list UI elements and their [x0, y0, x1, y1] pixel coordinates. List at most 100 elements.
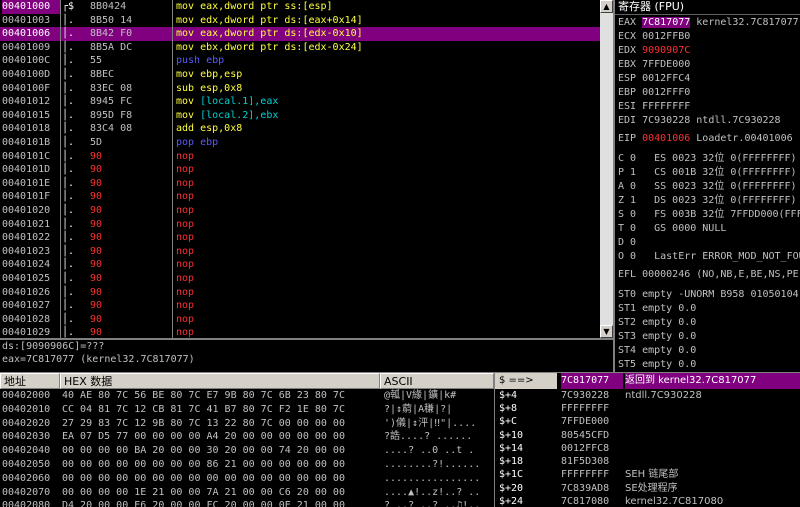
register-row[interactable]: T 0 GS 0000 NULL	[618, 222, 800, 235]
stack-value[interactable]: 80545CFD	[561, 429, 623, 442]
instruction-disassembly[interactable]: nop	[176, 204, 596, 218]
registers-title[interactable]: 寄存器 (FPU)	[615, 0, 800, 15]
instruction-address[interactable]: 00401000	[2, 0, 60, 14]
instruction-hex[interactable]: 8B50 14	[90, 14, 172, 28]
stack-value[interactable]: 81F5D308	[561, 455, 623, 468]
dump-address[interactable]: 00402070	[2, 486, 60, 500]
instruction-disassembly[interactable]: nop	[176, 326, 596, 338]
stack-header-value[interactable]: 7C817077	[561, 373, 623, 389]
instruction-address[interactable]: 00401024	[2, 258, 60, 272]
instruction-hex[interactable]: 83EC 08	[90, 82, 172, 96]
register-row[interactable]: ST3 empty 0.0	[618, 330, 800, 343]
memory-dump-pane[interactable]: 地址 HEX 数据 ASCII 00402000 40 AE 80 7C 56 B…	[0, 373, 494, 507]
instruction-hex[interactable]: 90	[90, 231, 172, 245]
dump-row[interactable]: 00402000 40 AE 80 7C 56 BE 80 7C E7 9B 80…	[0, 389, 494, 403]
instruction-disassembly[interactable]: mov edx,dword ptr ds:[eax+0x14]	[176, 14, 596, 28]
instruction-address[interactable]: 0040100D	[2, 68, 60, 82]
register-row[interactable]: ESP 0012FFC4	[618, 72, 800, 85]
stack-value[interactable]: 7C930228	[561, 389, 623, 402]
instruction-disassembly[interactable]: mov eax,dword ptr ds:[edx-0x10]	[176, 27, 596, 41]
dump-row[interactable]: 00402010 CC 04 81 7C 12 CB 81 7C 41 B7 80…	[0, 403, 494, 417]
register-row[interactable]: P 1 CS 001B 32位 0(FFFFFFFF)	[618, 166, 800, 179]
register-row[interactable]: EDX 9090907C	[618, 44, 800, 57]
instruction-hex[interactable]: 90	[90, 177, 172, 191]
dump-row[interactable]: 00402030 EA 07 D5 77 00 00 00 00 A4 20 00…	[0, 430, 494, 444]
dump-ascii[interactable]: ? ..? ..? ..♫!..	[384, 499, 480, 507]
instruction-disassembly[interactable]: pop ebp	[176, 136, 596, 150]
instruction-address[interactable]: 00401009	[2, 41, 60, 55]
stack-row[interactable]: $+4 7C930228 ntdll.7C930228	[495, 389, 800, 402]
disasm-row[interactable]: 0040101F │. 90 nop	[0, 190, 600, 204]
dump-header-hex[interactable]: HEX 数据	[60, 373, 380, 389]
disasm-row[interactable]: 0040101B │. 5D pop ebp	[0, 136, 600, 150]
instruction-disassembly[interactable]: nop	[176, 299, 596, 313]
stack-row[interactable]: $+18 81F5D308	[495, 455, 800, 468]
register-row[interactable]: C 0 ES 0023 32位 0(FFFFFFFF)	[618, 152, 800, 165]
instruction-address[interactable]: 00401027	[2, 299, 60, 313]
stack-value[interactable]: 7FFDE000	[561, 415, 623, 428]
dump-address[interactable]: 00402000	[2, 389, 60, 403]
disasm-row[interactable]: 00401024 │. 90 nop	[0, 258, 600, 272]
instruction-hex[interactable]: 90	[90, 218, 172, 232]
instruction-address[interactable]: 0040101B	[2, 136, 60, 150]
disasm-row[interactable]: 00401028 │. 90 nop	[0, 313, 600, 327]
disasm-row[interactable]: 0040101D │. 90 nop	[0, 163, 600, 177]
instruction-address[interactable]: 00401025	[2, 272, 60, 286]
register-row[interactable]: O 0 LastErr ERROR_MOD_NOT_FOUND	[618, 250, 800, 263]
instruction-hex[interactable]: 90	[90, 286, 172, 300]
instruction-hex[interactable]: 90	[90, 204, 172, 218]
register-row[interactable]: S 0 FS 003B 32位 7FFDD000(FFF)	[618, 208, 800, 221]
dump-address[interactable]: 00402050	[2, 458, 60, 472]
instruction-address[interactable]: 0040101E	[2, 177, 60, 191]
instruction-disassembly[interactable]: nop	[176, 190, 596, 204]
instruction-hex[interactable]: 895D F8	[90, 109, 172, 123]
stack-offset[interactable]: $+18	[499, 455, 557, 468]
disasm-row[interactable]: 00401026 │. 90 nop	[0, 286, 600, 300]
stack-offset[interactable]: $+20	[499, 482, 557, 495]
instruction-hex[interactable]: 90	[90, 150, 172, 164]
instruction-hex[interactable]: 90	[90, 245, 172, 259]
stack-header-offset[interactable]: $ ==>	[495, 373, 557, 389]
disasm-row[interactable]: 00401015 │. 895D F8 mov [local.2],ebx	[0, 109, 600, 123]
dump-row[interactable]: 00402050 00 00 00 00 00 00 00 00 86 21 00…	[0, 458, 494, 472]
dump-address[interactable]: 00402030	[2, 430, 60, 444]
stack-header-comment[interactable]: 返回到 kernel32.7C817077	[625, 373, 800, 389]
dump-address[interactable]: 00402060	[2, 472, 60, 486]
instruction-hex[interactable]: 5D	[90, 136, 172, 150]
instruction-hex[interactable]: 83C4 08	[90, 122, 172, 136]
instruction-address[interactable]: 00401012	[2, 95, 60, 109]
instruction-disassembly[interactable]: nop	[176, 177, 596, 191]
stack-row[interactable]: $+1C FFFFFFFF SEH 链尾部	[495, 468, 800, 481]
stack-row[interactable]: $+10 80545CFD	[495, 429, 800, 442]
instruction-hex[interactable]: 8B42 F0	[90, 27, 172, 41]
disasm-row[interactable]: 00401027 │. 90 nop	[0, 299, 600, 313]
instruction-disassembly[interactable]: mov ebx,dword ptr ds:[edx-0x24]	[176, 41, 596, 55]
stack-row[interactable]: $+8 FFFFFFFF	[495, 402, 800, 415]
register-row[interactable]: ST0 empty -UNORM B958 01050104	[618, 288, 800, 301]
dump-row[interactable]: 00402070 00 00 00 00 1E 21 00 00 7A 21 00…	[0, 486, 494, 500]
disassembly-scrollbar[interactable]: ▲ ▼	[600, 0, 613, 338]
stack-offset[interactable]: $+14	[499, 442, 557, 455]
instruction-address[interactable]: 0040101D	[2, 163, 60, 177]
stack-pane[interactable]: $ ==> 7C817077 返回到 kernel32.7C817077 $+4 7C9…	[495, 373, 800, 507]
disasm-row[interactable]: 00401020 │. 90 nop	[0, 204, 600, 218]
register-row[interactable]: EDI 7C930228 ntdll.7C930228	[618, 114, 800, 127]
dump-hex-bytes[interactable]: D4 20 00 00 E6 20 00 00 FC 20 00 00 0E 2…	[62, 499, 380, 507]
register-row[interactable]: EIP 00401006 Loadetr.00401006	[618, 132, 800, 145]
disasm-row[interactable]: 00401000 ┌$ 8B0424 mov eax,dword ptr ss:[es…	[0, 0, 600, 14]
instruction-hex[interactable]: 90	[90, 299, 172, 313]
dump-ascii[interactable]: ....? ..0 ..t .	[384, 444, 480, 458]
scroll-up-arrow-icon[interactable]: ▲	[600, 0, 613, 13]
disasm-row[interactable]: 0040100D │. 8BEC mov ebp,esp	[0, 68, 600, 82]
instruction-disassembly[interactable]: nop	[176, 258, 596, 272]
register-row[interactable]: A 0 SS 0023 32位 0(FFFFFFFF)	[618, 180, 800, 193]
instruction-address[interactable]: 00401006	[2, 27, 60, 41]
stack-offset[interactable]: $+10	[499, 429, 557, 442]
dump-header-ascii[interactable]: ASCII	[380, 373, 494, 389]
dump-row[interactable]: 00402060 00 00 00 00 00 00 00 00 00 00 00…	[0, 472, 494, 486]
dump-address[interactable]: 00402010	[2, 403, 60, 417]
register-row[interactable]: ST5 empty 0.0	[618, 358, 800, 371]
instruction-address[interactable]: 0040101C	[2, 150, 60, 164]
instruction-address[interactable]: 00401026	[2, 286, 60, 300]
instruction-address[interactable]: 00401020	[2, 204, 60, 218]
